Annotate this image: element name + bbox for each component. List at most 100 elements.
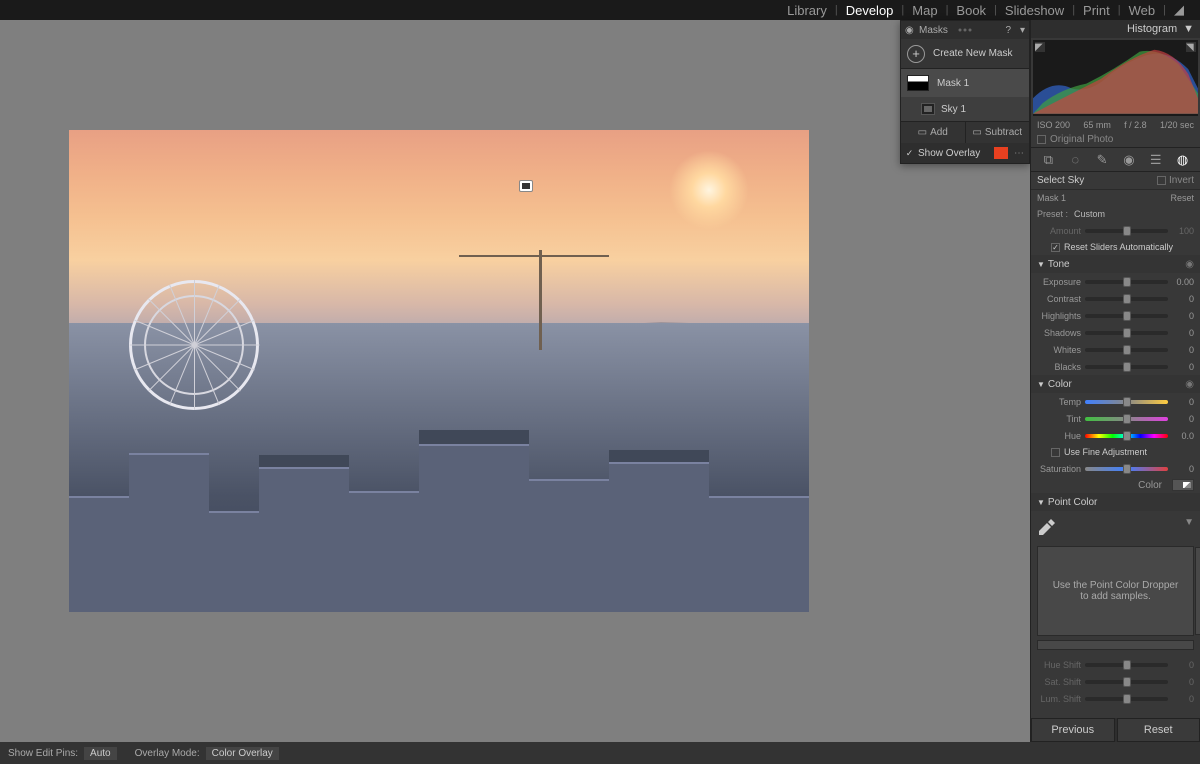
color-swatch-label: Color (1138, 480, 1162, 491)
heal-tool-icon[interactable]: ◌ (1067, 152, 1083, 168)
lum-shift-slider[interactable] (1085, 697, 1168, 701)
preset-dropdown[interactable]: Custom (1074, 209, 1105, 219)
blacks-slider[interactable] (1085, 365, 1168, 369)
amount-value: 100 (1172, 226, 1194, 236)
reset-button[interactable]: Reset (1117, 718, 1200, 742)
pins-label: Show Edit Pins: (8, 748, 78, 759)
tone-header[interactable]: ▼Tone◉ (1031, 255, 1200, 273)
sky-mask-icon (921, 103, 935, 115)
module-bar: Library| Develop| Map| Book| Slideshow| … (0, 0, 1200, 20)
highlights-slider[interactable] (1085, 314, 1168, 318)
module-slideshow[interactable]: Slideshow (997, 3, 1072, 18)
eye-icon[interactable]: ◉ (1185, 259, 1194, 270)
module-more-icon[interactable]: ◢ (1166, 2, 1192, 18)
point-color-range-strip[interactable] (1037, 640, 1194, 650)
show-overlay-checkbox[interactable]: ✓ (905, 149, 914, 158)
tint-slider[interactable] (1085, 417, 1168, 421)
preset-label: Preset : (1037, 209, 1068, 219)
create-mask-button[interactable]: + Create New Mask (901, 39, 1029, 69)
previous-button[interactable]: Previous (1031, 718, 1115, 742)
module-book[interactable]: Book (948, 3, 994, 18)
plus-icon: + (907, 45, 925, 63)
exposure-slider[interactable] (1085, 280, 1168, 284)
photo-canvas[interactable] (0, 20, 878, 742)
mask-component-label: Sky 1 (941, 104, 966, 115)
overlay-menu-icon[interactable]: ⋯ (1014, 148, 1025, 159)
mask-subtract-button[interactable]: ▭ Subtract (966, 121, 1030, 143)
mask-pin-icon[interactable] (519, 180, 533, 192)
masks-title: Masks (919, 25, 948, 36)
contrast-slider[interactable] (1085, 297, 1168, 301)
show-overlay-row: ✓ Show Overlay ⋯ (901, 143, 1029, 163)
histogram-display[interactable]: ◤ ◥ (1033, 40, 1198, 116)
gradient-tool-icon[interactable]: ☰ (1148, 152, 1164, 168)
module-develop[interactable]: Develop (838, 3, 902, 18)
bottom-toolbar: Show Edit Pins: Auto Overlay Mode: Color… (0, 742, 1200, 764)
module-web[interactable]: Web (1121, 3, 1164, 18)
mask-item[interactable]: Mask 1 (901, 69, 1029, 97)
right-panel: Histogram ▼ ◤ ◥ ISO 200 65 mm f / 2.8 1/… (1030, 20, 1200, 742)
subtract-rect-icon: ▭ (972, 127, 981, 138)
create-mask-label: Create New Mask (933, 48, 1012, 59)
pins-dropdown[interactable]: Auto (84, 747, 117, 760)
module-print[interactable]: Print (1075, 3, 1118, 18)
hue-slider[interactable] (1085, 434, 1168, 438)
mask-item-label: Mask 1 (937, 78, 969, 89)
eye-icon[interactable]: ◉ (905, 25, 919, 36)
histogram-header[interactable]: Histogram ▼ (1031, 20, 1200, 38)
tool-strip: ⧉ ◌ ✎ ◉ ☰ ◍ (1031, 148, 1200, 172)
mask-tool-icon[interactable]: ◍ (1175, 152, 1191, 168)
overlay-mode-label: Overlay Mode: (135, 748, 200, 759)
overlay-color-swatch[interactable] (994, 147, 1008, 159)
auto-reset-checkbox[interactable]: ✓ (1051, 243, 1060, 252)
brush-tool-icon[interactable]: ✎ (1094, 152, 1110, 168)
fine-adjust-label: Use Fine Adjustment (1064, 447, 1147, 457)
amount-label: Amount (1037, 226, 1081, 236)
mask-add-button[interactable]: ▭ Add (901, 121, 966, 143)
masks-panel-header[interactable]: ◉ Masks ? ▾ (901, 21, 1029, 39)
saturation-slider[interactable] (1085, 467, 1168, 471)
masks-panel: ◉ Masks ? ▾ + Create New Mask Mask 1 Sky… (900, 20, 1030, 164)
dropper-icon[interactable] (1037, 517, 1057, 537)
overlay-mode-dropdown[interactable]: Color Overlay (206, 747, 279, 760)
workspace: ◉ Masks ? ▾ + Create New Mask Mask 1 Sky… (0, 20, 1200, 742)
shadows-slider[interactable] (1085, 331, 1168, 335)
photo-preview (69, 130, 809, 612)
point-color-menu-icon[interactable]: ▼ (1184, 517, 1194, 528)
original-photo-toggle[interactable]: Original Photo (1031, 132, 1200, 148)
add-rect-icon: ▭ (918, 127, 927, 138)
color-swatch-button[interactable] (1172, 479, 1194, 491)
ferris-wheel-graphic (129, 280, 259, 410)
sat-shift-slider[interactable] (1085, 680, 1168, 684)
checkbox-icon (1037, 135, 1046, 144)
mask-thumb-icon (907, 75, 929, 91)
exif-shutter: 1/20 sec (1160, 120, 1194, 130)
exif-iso: ISO 200 (1037, 120, 1070, 130)
auto-reset-label: Reset Sliders Automatically (1064, 242, 1173, 252)
color-header[interactable]: ▼Color◉ (1031, 375, 1200, 393)
help-icon[interactable]: ? (1005, 25, 1011, 36)
module-library[interactable]: Library (779, 3, 835, 18)
exif-focal: 65 mm (1083, 120, 1111, 130)
mask-reset-link[interactable]: Reset (1170, 193, 1194, 203)
crop-tool-icon[interactable]: ⧉ (1040, 152, 1056, 168)
invert-toggle[interactable]: Invert (1157, 175, 1194, 186)
close-icon[interactable]: ▾ (1020, 25, 1025, 36)
whites-slider[interactable] (1085, 348, 1168, 352)
fine-adjust-checkbox[interactable] (1051, 448, 1060, 457)
redeye-tool-icon[interactable]: ◉ (1121, 152, 1137, 168)
point-color-well[interactable]: Use the Point Color Dropper to add sampl… (1037, 546, 1194, 636)
hue-shift-slider[interactable] (1085, 663, 1168, 667)
exif-strip: ISO 200 65 mm f / 2.8 1/20 sec (1031, 118, 1200, 132)
module-map[interactable]: Map (904, 3, 945, 18)
temp-slider[interactable] (1085, 400, 1168, 404)
point-color-sidebar (1195, 547, 1200, 635)
crane-graphic (489, 250, 609, 350)
select-sky-row: Select Sky Invert (1031, 172, 1200, 190)
amount-slider[interactable] (1085, 229, 1168, 233)
mask-name-label: Mask 1 (1037, 193, 1066, 203)
eye-icon[interactable]: ◉ (1185, 379, 1194, 390)
point-color-header[interactable]: ▼Point Color (1031, 493, 1200, 511)
mask-component-item[interactable]: Sky 1 (901, 97, 1029, 121)
triangle-icon: ▼ (1183, 23, 1194, 35)
